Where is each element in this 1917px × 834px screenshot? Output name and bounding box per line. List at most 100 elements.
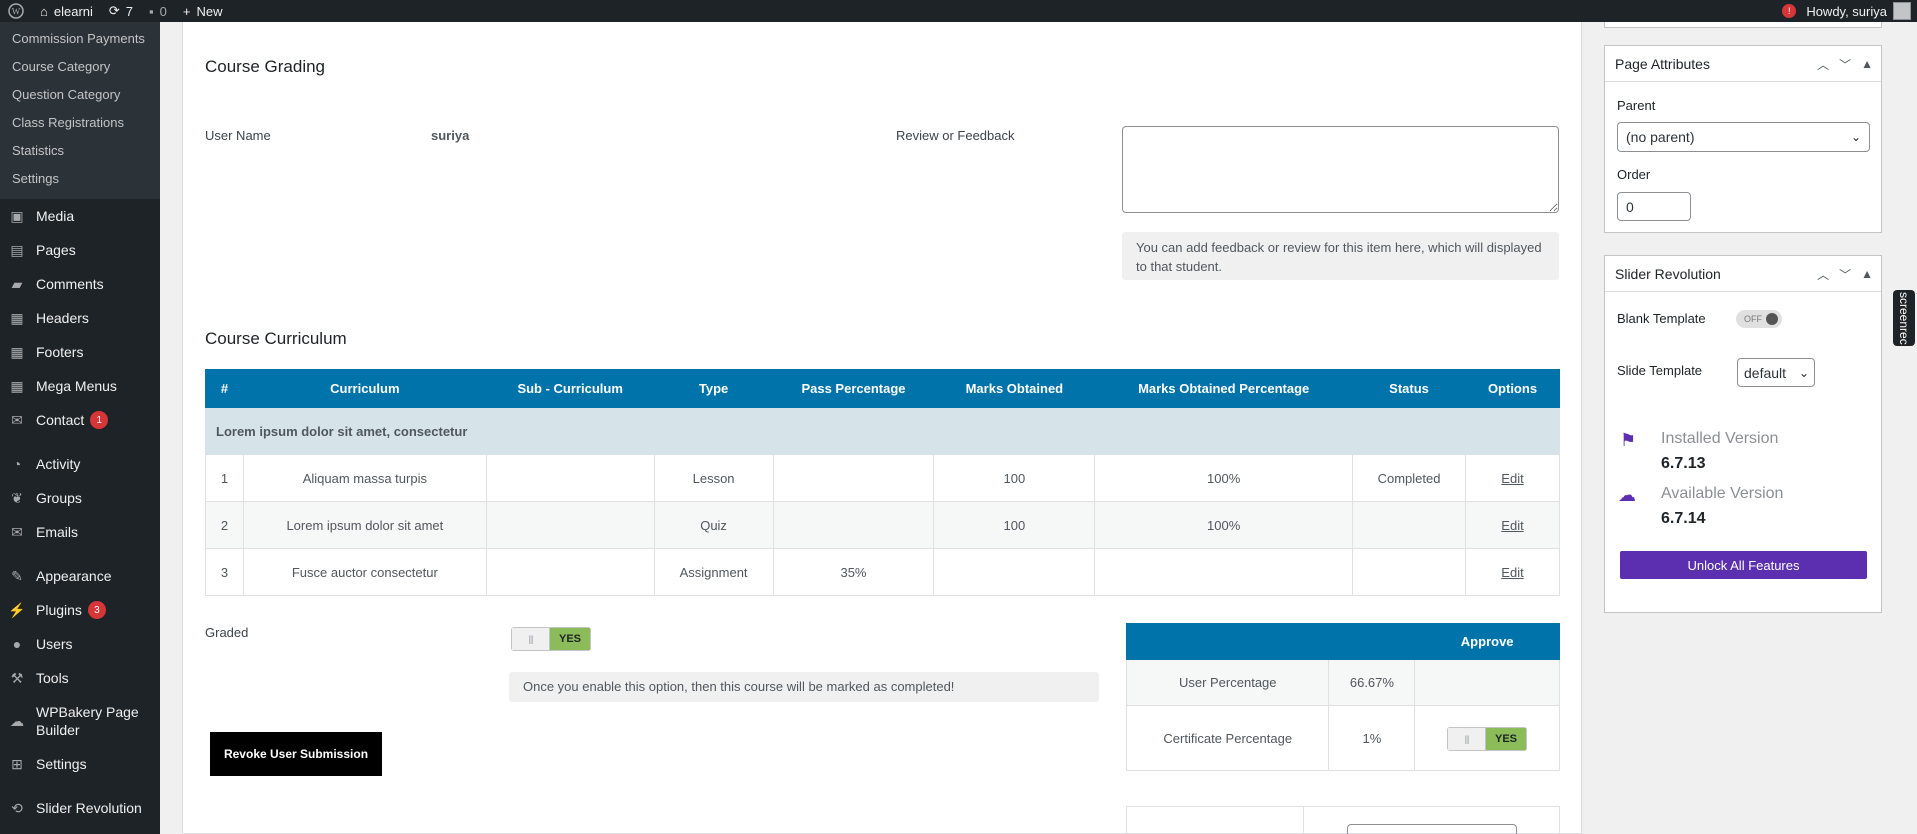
menu-contact[interactable]: ✉ Contact 1 bbox=[0, 403, 160, 437]
menu-plugins[interactable]: ⚡ Plugins 3 bbox=[0, 593, 160, 627]
revoke-submission-button[interactable]: Revoke User Submission bbox=[210, 732, 382, 776]
cell-status bbox=[1352, 501, 1466, 549]
menu-media[interactable]: ▣ Media bbox=[0, 199, 160, 233]
table-row: 1 Aliquam massa turpis Lesson 100 100% C… bbox=[205, 454, 1560, 502]
available-version-value: 6.7.14 bbox=[1661, 510, 1706, 527]
menu-appearance[interactable]: ✎ Appearance bbox=[0, 559, 160, 593]
cell-type: Quiz bbox=[653, 501, 774, 549]
approve-toggle[interactable]: ||| YES bbox=[1447, 727, 1527, 751]
parent-label: Parent bbox=[1617, 98, 1656, 113]
col-marks-percentage: Marks Obtained Percentage bbox=[1094, 369, 1354, 408]
avatar[interactable] bbox=[1893, 2, 1911, 20]
new-content-link[interactable]: + New bbox=[175, 0, 231, 22]
edit-link[interactable]: Edit bbox=[1501, 565, 1523, 580]
menu-headers[interactable]: ▦ Headers bbox=[0, 301, 160, 335]
submenu-commission-payments[interactable]: Commission Payments bbox=[0, 25, 160, 53]
cell-pct bbox=[1094, 548, 1354, 596]
edit-link[interactable]: Edit bbox=[1501, 471, 1523, 486]
cell-marks bbox=[933, 548, 1096, 596]
col-options: Options bbox=[1465, 369, 1560, 408]
submenu-course-category[interactable]: Course Category bbox=[0, 53, 160, 81]
site-name-link[interactable]: ⌂ elearni bbox=[32, 0, 101, 22]
bottom-select-partial[interactable] bbox=[1347, 824, 1517, 834]
menu-groups[interactable]: ❦ Groups bbox=[0, 481, 160, 515]
bottom-table-partial bbox=[1126, 806, 1560, 834]
wordpress-logo-icon[interactable]: W bbox=[0, 0, 32, 22]
cell-pass bbox=[772, 501, 935, 549]
parent-select-value: (no parent) bbox=[1626, 129, 1695, 145]
home-icon: ⌂ bbox=[40, 3, 48, 19]
installed-version-value: 6.7.13 bbox=[1661, 455, 1706, 472]
table-row: 2 Lorem ipsum dolor sit amet Quiz 100 10… bbox=[205, 501, 1560, 549]
feedback-textarea[interactable] bbox=[1122, 126, 1559, 213]
submenu-statistics[interactable]: Statistics bbox=[0, 137, 160, 165]
section-title: Lorem ipsum dolor sit amet, consectetur bbox=[205, 407, 1560, 455]
user-name-value: suriya bbox=[431, 128, 470, 143]
slide-template-value: default bbox=[1744, 364, 1787, 381]
activity-icon: ◔ bbox=[12, 456, 22, 472]
curriculum-table: # Curriculum Sub - Curriculum Type Pass … bbox=[205, 369, 1560, 596]
menu-wpbakery[interactable]: ☁ WPBakery Page Builder bbox=[0, 695, 160, 747]
col-pass-percentage: Pass Percentage bbox=[772, 369, 935, 408]
move-down-icon[interactable]: ﹀ bbox=[1839, 56, 1851, 73]
cell-status: Completed bbox=[1352, 454, 1466, 502]
wrench-icon: ⚒ bbox=[10, 669, 24, 686]
cell-options: Edit bbox=[1465, 454, 1560, 502]
order-input[interactable]: 0 bbox=[1617, 192, 1691, 221]
collapse-icon[interactable]: ▲ bbox=[1861, 57, 1873, 71]
graded-toggle[interactable]: ||| YES bbox=[511, 627, 591, 651]
menu-settings[interactable]: ⊞ Settings bbox=[0, 747, 160, 781]
comments-link[interactable]: ▪ 0 bbox=[141, 0, 175, 22]
svg-text:W: W bbox=[12, 7, 21, 17]
updates-link[interactable]: ⟳ 7 bbox=[101, 0, 141, 22]
table-row: User Percentage 66.67% bbox=[1125, 659, 1560, 706]
comments-count: 0 bbox=[159, 3, 167, 19]
groups-icon: ❦ bbox=[11, 489, 23, 506]
unlock-all-features-button[interactable]: Unlock All Features bbox=[1620, 551, 1867, 579]
edit-link[interactable]: Edit bbox=[1501, 518, 1523, 533]
menu-slider-revolution[interactable]: ⟲ Slider Revolution bbox=[0, 791, 160, 825]
parent-select[interactable]: (no parent) ⌄ bbox=[1617, 122, 1870, 152]
course-curriculum-title: Course Curriculum bbox=[205, 329, 347, 348]
submenu-settings[interactable]: Settings bbox=[0, 165, 160, 193]
col-curriculum: Curriculum bbox=[242, 369, 487, 408]
toggle-knob: ||| bbox=[512, 628, 550, 650]
col-number: # bbox=[205, 369, 244, 408]
updates-count: 7 bbox=[125, 3, 134, 19]
menu-tools[interactable]: ⚒ Tools bbox=[0, 661, 160, 695]
notification-badge[interactable]: ! bbox=[1782, 4, 1797, 18]
menu-pages[interactable]: ▤ Pages bbox=[0, 233, 160, 267]
admin-sidebar: Commission Payments Course Category Ques… bbox=[0, 22, 160, 834]
user-name-label: User Name bbox=[205, 128, 271, 143]
slide-template-select[interactable]: default ⌄ bbox=[1737, 358, 1815, 387]
menu-users[interactable]: ● Users bbox=[0, 627, 160, 661]
cell-curriculum: Aliquam massa turpis bbox=[242, 454, 487, 502]
submenu-question-category[interactable]: Question Category bbox=[0, 81, 160, 109]
menu-emails[interactable]: ✉ Emails bbox=[0, 515, 160, 549]
section-row: Lorem ipsum dolor sit amet, consectetur bbox=[205, 407, 1560, 455]
move-up-icon[interactable]: ︿ bbox=[1817, 266, 1829, 283]
feedback-label: Review or Feedback bbox=[896, 128, 1015, 143]
menu-mega-menus[interactable]: ▦ Mega Menus bbox=[0, 369, 160, 403]
installed-version-label: Installed Version bbox=[1661, 430, 1779, 447]
howdy-user[interactable]: Howdy, suriya bbox=[1806, 4, 1887, 19]
graded-hint: Once you enable this option, then this c… bbox=[509, 672, 1099, 702]
cell-num: 3 bbox=[205, 548, 244, 596]
plus-icon: + bbox=[182, 3, 191, 19]
menu-footers[interactable]: ▦ Footers bbox=[0, 335, 160, 369]
move-down-icon[interactable]: ﹀ bbox=[1839, 266, 1851, 283]
collapse-icon[interactable]: ▲ bbox=[1861, 267, 1873, 281]
grid-icon: ▦ bbox=[10, 377, 24, 394]
menu-comments[interactable]: ▰ Comments bbox=[0, 267, 160, 301]
screenrec-tab[interactable]: screenrec bbox=[1893, 290, 1915, 346]
move-up-icon[interactable]: ︿ bbox=[1817, 56, 1829, 73]
cell-options: Edit bbox=[1465, 501, 1560, 549]
blank-template-toggle[interactable]: OFF bbox=[1736, 310, 1782, 328]
table-row: 3 Fusce auctor consectetur Assignment 35… bbox=[205, 548, 1560, 596]
submenu-class-registrations[interactable]: Class Registrations bbox=[0, 109, 160, 137]
brush-icon: ✎ bbox=[11, 567, 23, 584]
cell-pass bbox=[772, 454, 935, 502]
menu-activity[interactable]: ◔ Activity bbox=[0, 447, 160, 481]
scrollbar[interactable] bbox=[1909, 22, 1917, 834]
toggle-off-label: OFF bbox=[1744, 314, 1762, 324]
